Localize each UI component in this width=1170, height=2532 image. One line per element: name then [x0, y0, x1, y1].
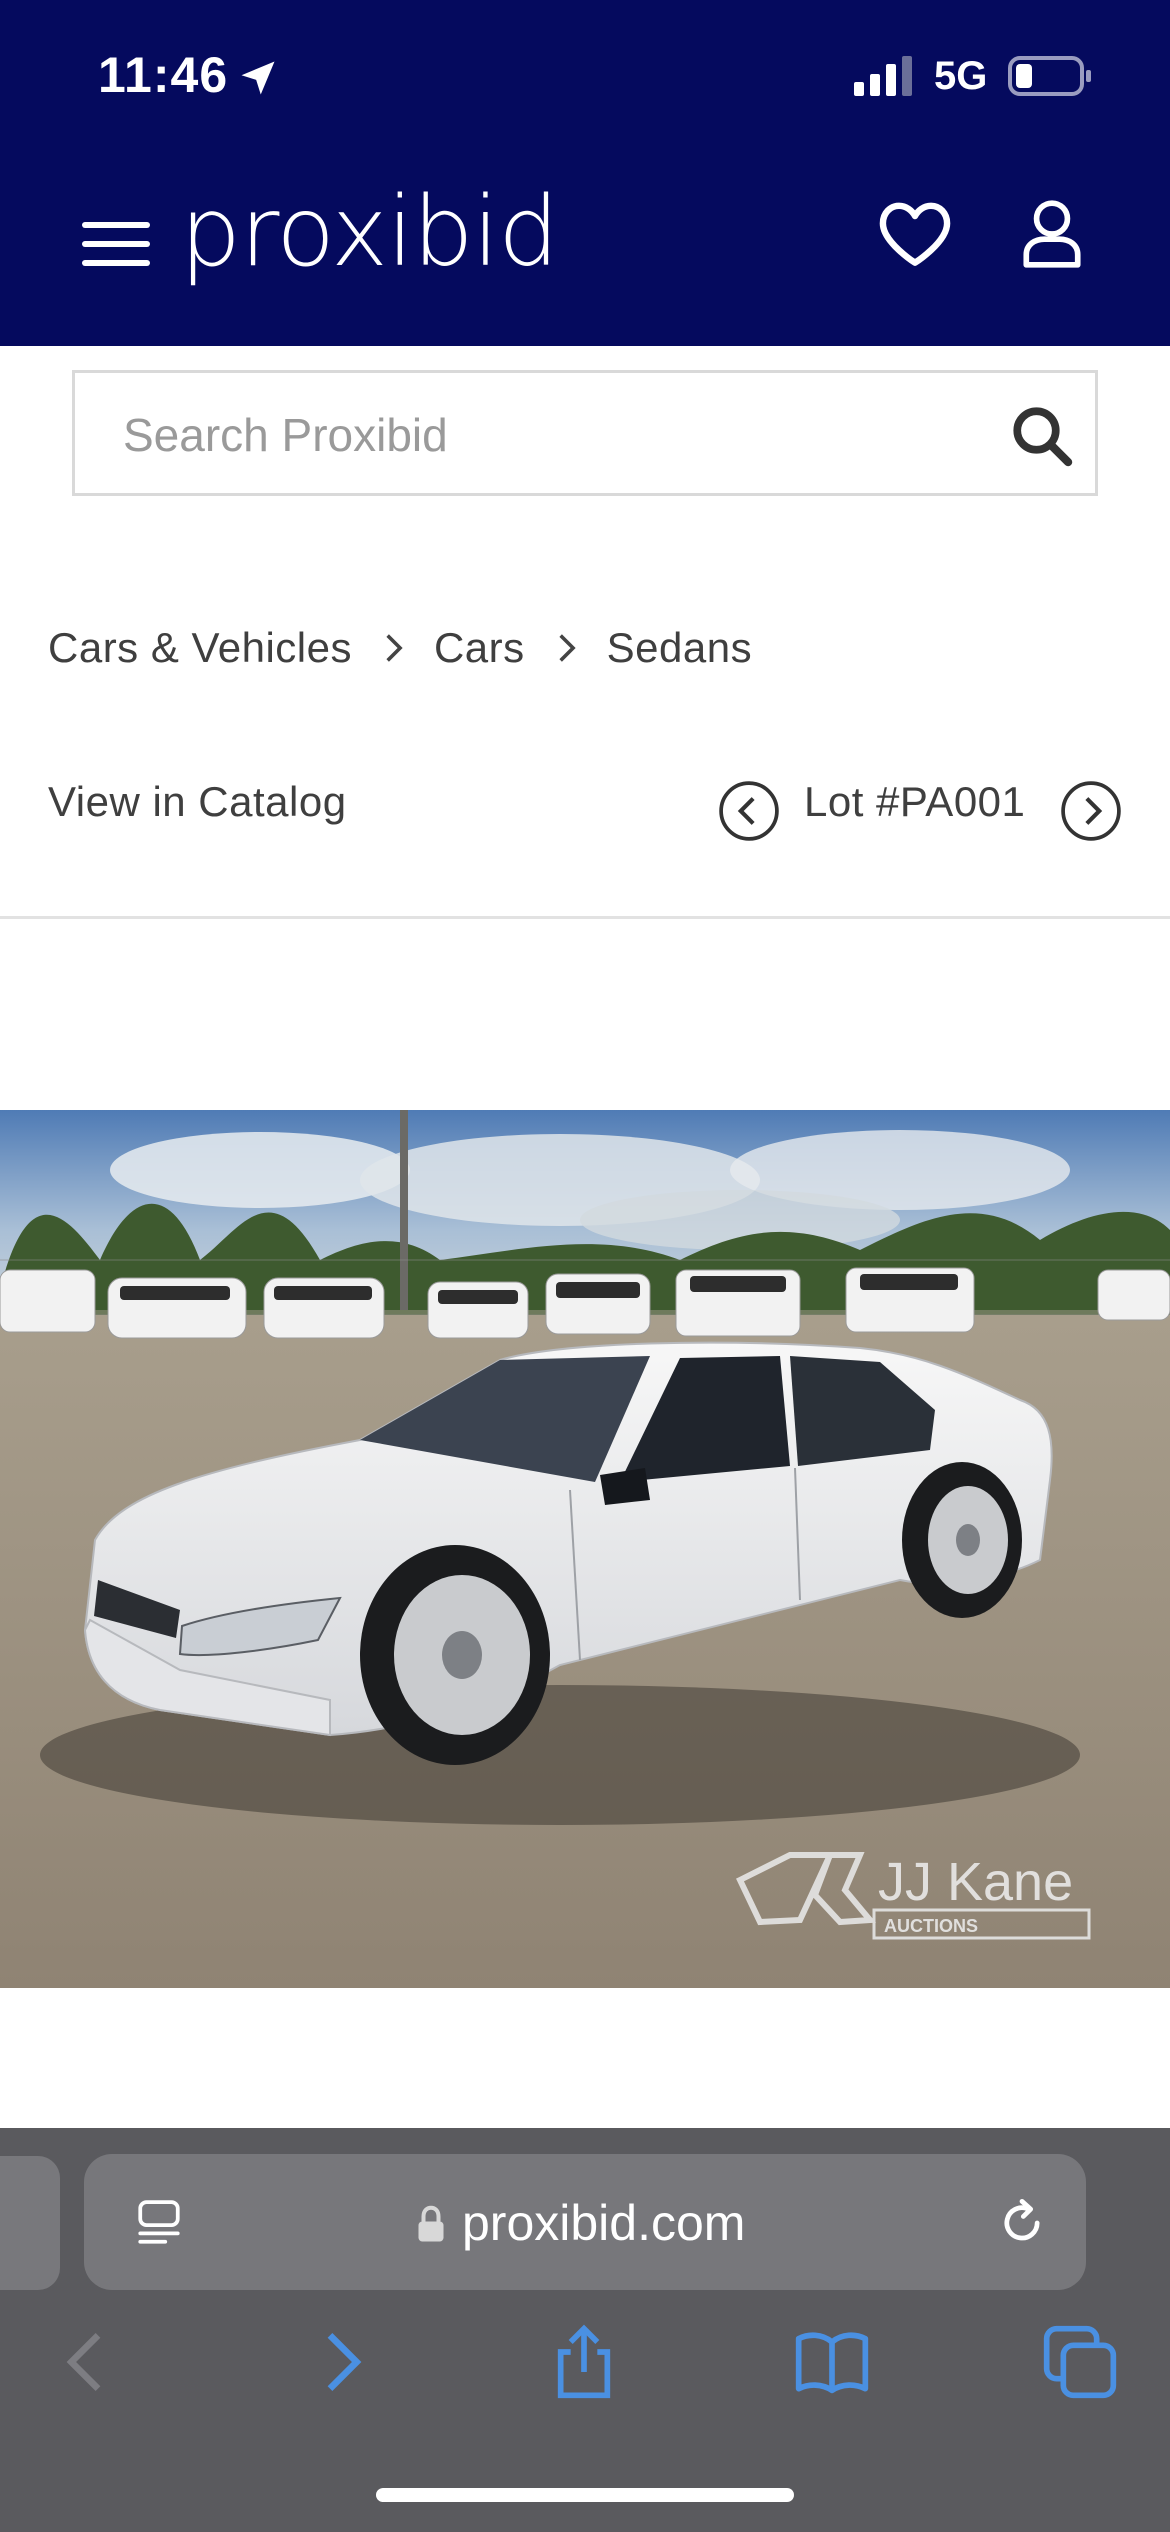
previous-tab-peek[interactable]: [0, 2156, 60, 2290]
watermark-subtext: AUCTIONS: [884, 1916, 978, 1936]
battery-icon: [1008, 56, 1091, 96]
page-menu-icon[interactable]: [134, 2198, 184, 2248]
app-header: 11:46 5G proxibid: [0, 0, 1170, 346]
menu-icon-bar: [82, 241, 150, 247]
breadcrumb: Cars & Vehicles Cars Sedans: [48, 618, 752, 678]
address-bar[interactable]: proxibid.com: [84, 2154, 1086, 2290]
chevron-left-circle-icon[interactable]: [718, 780, 780, 842]
menu-icon: [82, 222, 150, 228]
back-icon[interactable]: [48, 2322, 128, 2402]
home-indicator[interactable]: [376, 2488, 794, 2502]
signal-icon: [854, 56, 912, 96]
heart-icon[interactable]: [876, 200, 954, 270]
chevron-right-icon: [386, 634, 403, 662]
lot-number: Lot #PA001: [804, 778, 1026, 825]
chevron-right-circle-icon[interactable]: [1060, 780, 1122, 842]
forward-icon[interactable]: [300, 2322, 380, 2402]
lot-photo[interactable]: JJ Kane AUCTIONS: [0, 1110, 1170, 1988]
watermark-text: JJ Kane: [878, 1852, 1073, 1912]
search-icon[interactable]: [1009, 403, 1075, 469]
breadcrumb-item-sedans[interactable]: Sedans: [607, 624, 752, 672]
browser-toolbar: proxibid.com: [0, 2128, 1170, 2532]
breadcrumb-item-cars[interactable]: Cars: [434, 624, 525, 672]
tabs-icon[interactable]: [1040, 2322, 1120, 2402]
menu-icon-bar: [82, 260, 150, 266]
url-text: proxibid.com: [462, 2195, 746, 2251]
lock-icon: [418, 2205, 444, 2242]
brand-logo[interactable]: proxibid: [180, 176, 559, 288]
search-input[interactable]: [123, 397, 1003, 473]
reload-icon[interactable]: [996, 2196, 1048, 2250]
user-icon[interactable]: [1020, 198, 1084, 270]
status-time: 11:46: [98, 47, 229, 103]
menu-button[interactable]: [82, 214, 152, 274]
breadcrumb-item-cars-vehicles[interactable]: Cars & Vehicles: [48, 624, 352, 672]
bookmarks-icon[interactable]: [792, 2322, 872, 2402]
share-icon[interactable]: [544, 2322, 624, 2402]
chevron-right-icon: [559, 634, 576, 662]
search-box: [72, 370, 1098, 496]
section-divider: [0, 916, 1170, 919]
view-in-catalog-link[interactable]: View in Catalog: [48, 778, 347, 826]
network-type: 5G: [934, 54, 988, 98]
location-arrow-icon: [241, 61, 275, 95]
